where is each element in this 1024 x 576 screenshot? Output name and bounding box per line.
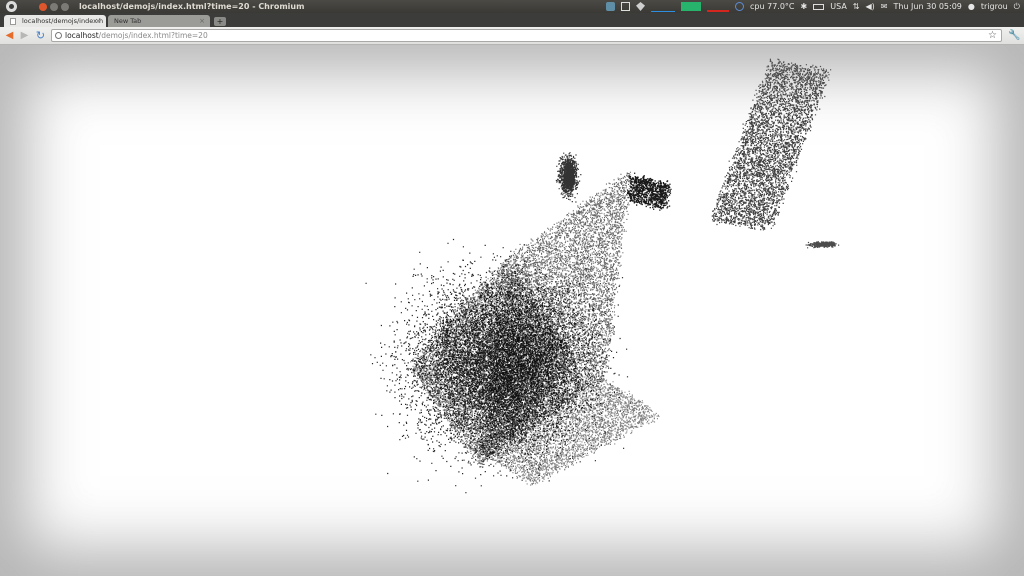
tab-close-icon[interactable]: × <box>95 15 101 27</box>
browser-toolbar: ◀ ▶ ↻ localhost/demojs/index.html?time=2… <box>0 27 1024 45</box>
user-icon: ● <box>967 2 975 11</box>
address-bar[interactable]: localhost/demojs/index.html?time=20 <box>51 29 1002 42</box>
particle-small-cube <box>627 172 672 211</box>
back-arrow-icon[interactable]: ◀ <box>3 29 16 42</box>
volume-icon[interactable]: ◀) <box>866 0 875 13</box>
page-viewport[interactable] <box>0 45 1024 576</box>
network-graph-icon[interactable] <box>651 2 676 12</box>
memory-graph-icon[interactable] <box>681 2 702 11</box>
window-controls <box>39 2 69 11</box>
cpu-temperature[interactable]: cpu 77.0°C <box>750 0 795 13</box>
mail-icon[interactable]: ✉ <box>881 0 888 13</box>
particle-scene[interactable] <box>0 45 1024 576</box>
dropbox-sync-icon[interactable] <box>636 2 646 11</box>
star-icon[interactable]: ☆ <box>988 29 997 42</box>
temperature-icon <box>735 2 745 11</box>
page-icon <box>10 18 16 25</box>
tab-new-tab[interactable]: New Tab × <box>108 15 210 27</box>
forward-arrow-icon[interactable]: ▶ <box>18 29 31 42</box>
maximize-window-button[interactable] <box>61 2 69 11</box>
bluetooth-icon[interactable]: ✱ <box>801 0 808 13</box>
keyboard-layout[interactable]: USA <box>830 0 847 13</box>
tab-strip: localhost/demojs/index.h × New Tab × + <box>0 13 1024 27</box>
clock[interactable]: Thu Jun 30 05:09 <box>893 0 961 13</box>
indicator-area: cpu 77.0°C ✱ USA ⇅ ◀) ✉ Thu Jun 30 05:09… <box>606 0 1024 13</box>
new-tab-button[interactable]: + <box>214 17 226 26</box>
page-info-icon[interactable] <box>55 32 62 39</box>
particle-diagonal-bar <box>711 58 832 231</box>
keyboard-icon <box>813 3 825 10</box>
particle-column <box>555 152 582 203</box>
wrench-icon[interactable]: 🔧 <box>1008 29 1020 42</box>
reload-icon[interactable]: ↻ <box>34 29 47 42</box>
tab-active[interactable]: localhost/demojs/index.h × <box>4 15 106 27</box>
dropbox-icon[interactable] <box>606 2 616 11</box>
power-icon[interactable]: ⏻ <box>1014 0 1020 13</box>
minimize-window-button[interactable] <box>50 2 58 11</box>
close-window-button[interactable] <box>39 2 47 11</box>
tab-close-icon[interactable]: × <box>199 15 205 27</box>
tab-title: localhost/demojs/index.h <box>22 17 104 25</box>
top-panel: localhost/demojs/index.html?time=20 - Ch… <box>0 0 1024 13</box>
address-host: localhost <box>65 31 99 40</box>
ubuntu-logo-icon[interactable] <box>6 1 17 12</box>
network-icon[interactable]: ⇅ <box>853 0 860 13</box>
tab-title: New Tab <box>114 17 142 25</box>
address-path: /demojs/index.html?time=20 <box>98 31 208 40</box>
cpu-graph-icon[interactable] <box>707 1 730 12</box>
checkbox-icon[interactable] <box>621 2 631 11</box>
particle-strip <box>805 241 840 249</box>
user-name[interactable]: trigrou <box>981 0 1008 13</box>
window-title: localhost/demojs/index.html?time=20 - Ch… <box>79 2 305 11</box>
